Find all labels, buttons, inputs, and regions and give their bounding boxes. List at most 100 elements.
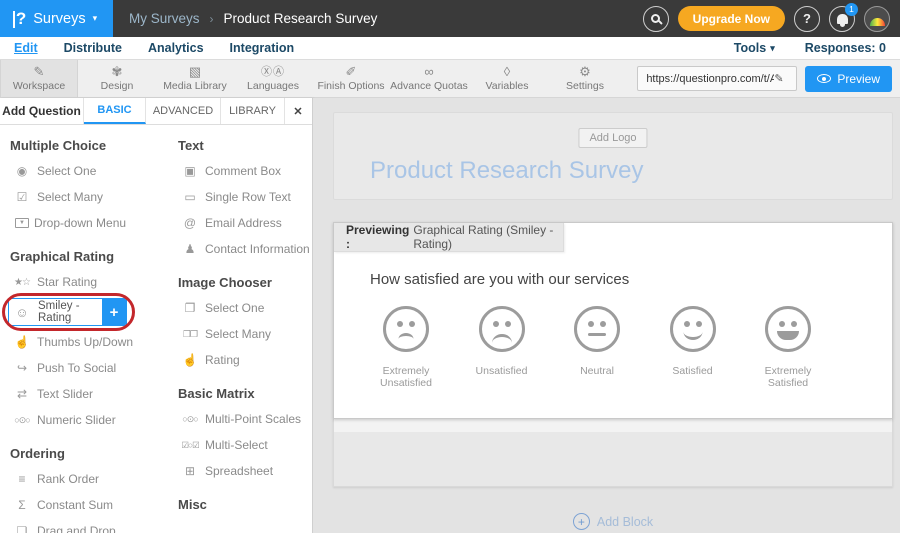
breadcrumb-separator: › — [210, 12, 214, 26]
topbar: ? Surveys ▾ My Surveys › Product Researc… — [0, 0, 900, 37]
sidebar-item-thumbs-up-down[interactable]: ☝ Thumbs Up/Down — [0, 329, 164, 355]
share-icon: ↪ — [12, 361, 32, 375]
tab-basic[interactable]: BASIC — [84, 98, 146, 124]
tab-advanced[interactable]: ADVANCED — [146, 98, 221, 124]
tab-distribute[interactable]: Distribute — [64, 41, 122, 55]
notifications-button[interactable]: 1 — [829, 6, 855, 32]
survey-url-field: ✎ — [637, 66, 797, 91]
drag-drop-icon: ❏ — [12, 524, 32, 533]
palette-icon: ✾ — [112, 65, 123, 79]
sidebar-item-star-rating[interactable]: ★☆ Star Rating — [0, 269, 164, 295]
sidebar-item-push-to-social[interactable]: ↪ Push To Social — [0, 355, 164, 381]
languages-icon: ⓍⒶ — [261, 65, 285, 79]
upgrade-now-button[interactable]: Upgrade Now — [678, 6, 785, 31]
breadcrumb-my-surveys[interactable]: My Surveys — [129, 11, 200, 26]
empty-block-placeholder — [333, 419, 893, 487]
search-icon — [651, 14, 660, 23]
tag-icon: ◊ — [504, 65, 510, 79]
very-sad-smiley-icon — [383, 306, 429, 352]
surveys-menu[interactable]: ? Surveys ▾ — [0, 0, 113, 37]
slider-icon: ⇄ — [12, 387, 32, 401]
tab-edit[interactable]: Edit — [14, 41, 38, 55]
tab-analytics[interactable]: Analytics — [148, 41, 204, 55]
spreadsheet-icon: ⊞ — [180, 464, 200, 478]
preview-button[interactable]: Preview — [805, 66, 892, 92]
add-question-panel: Add Question BASIC ADVANCED LIBRARY ✕ Mu… — [0, 98, 313, 533]
tools-menu[interactable]: Tools ▾ — [734, 41, 775, 55]
rating-icon: ☝ — [180, 353, 200, 367]
multi-point-scales-icon: ○⊙○ — [180, 414, 200, 425]
questionpro-logo-icon: ? — [16, 9, 26, 29]
sigma-icon: Σ — [12, 498, 32, 512]
responses-count: Responses: 0 — [805, 41, 886, 55]
option-neutral[interactable]: Neutral — [553, 306, 641, 389]
breadcrumb-current-survey: Product Research Survey — [224, 11, 378, 26]
user-avatar[interactable] — [864, 6, 890, 32]
toolbar-workspace-button[interactable]: ✎ Workspace — [0, 60, 78, 97]
select-one-icon: ◉ — [12, 164, 32, 178]
toolbar-variables-button[interactable]: ◊ Variables — [468, 60, 546, 97]
section-multiple-choice: Multiple Choice — [10, 138, 164, 153]
sidebar-item-constant-sum[interactable]: Σ Constant Sum — [0, 492, 164, 518]
tab-integration[interactable]: Integration — [230, 41, 295, 55]
sidebar-item-multi-point-scales[interactable]: ○⊙○ Multi-Point Scales — [175, 406, 312, 432]
sidebar-item-select-one[interactable]: ◉ Select One — [0, 158, 164, 184]
survey-url-input[interactable] — [646, 73, 774, 85]
sidebar-item-image-rating[interactable]: ☝ Rating — [175, 347, 312, 373]
toolbar-settings-button[interactable]: ⚙ Settings — [546, 60, 624, 97]
sidebar-item-select-many[interactable]: ☑ Select Many — [0, 184, 164, 210]
question-text: How satisfied are you with our services — [370, 271, 892, 288]
survey-header-block: Add Logo Product Research Survey — [333, 112, 893, 200]
sidebar-item-drag-and-drop[interactable]: ❏ Drag and Drop — [0, 518, 164, 533]
option-unsatisfied[interactable]: Unsatisfied — [458, 306, 546, 389]
section-text: Text — [178, 138, 312, 153]
sidebar-item-image-select-one[interactable]: ❐ Select One — [175, 295, 312, 321]
option-extremely-satisfied[interactable]: Extremely Satisfied — [744, 306, 832, 389]
question-preview-card: Previewing : Graphical Rating (Smiley - … — [333, 222, 893, 419]
neutral-smiley-icon — [574, 306, 620, 352]
nav-right: Tools ▾ Responses: 0 — [734, 41, 886, 55]
chevron-down-icon: ▾ — [93, 13, 98, 24]
happy-smiley-icon — [670, 306, 716, 352]
add-question-tabs: Add Question BASIC ADVANCED LIBRARY ✕ — [0, 98, 312, 125]
tab-library[interactable]: LIBRARY — [221, 98, 285, 124]
toolbar-media-library-button[interactable]: ▧ Media Library — [156, 60, 234, 97]
sidebar-item-text-slider[interactable]: ⇄ Text Slider — [0, 381, 164, 407]
toolbar-advance-quotas-button[interactable]: ∞ Advance Quotas — [390, 60, 468, 97]
sidebar-item-single-row-text[interactable]: ▭ Single Row Text — [175, 184, 312, 210]
comment-box-icon: ▣ — [180, 164, 200, 178]
option-extremely-unsatisfied[interactable]: Extremely Unsatisfied — [362, 306, 450, 389]
edit-url-pencil-icon[interactable]: ✎ — [774, 72, 783, 85]
workspace-icon: ✎ — [34, 65, 45, 79]
multi-select-icon: ☑○☑ — [180, 440, 200, 451]
sidebar-item-smiley-rating[interactable]: ☺ Smiley - Rating + — [8, 298, 127, 326]
add-smiley-question-button[interactable]: + — [102, 299, 126, 325]
sidebar-item-email-address[interactable]: @ Email Address — [175, 210, 312, 236]
toolbar-languages-button[interactable]: ⓍⒶ Languages — [234, 60, 312, 97]
sidebar-item-multi-select[interactable]: ☑○☑ Multi-Select — [175, 432, 312, 458]
search-button[interactable] — [643, 6, 669, 32]
select-many-icon: ☑ — [12, 190, 32, 204]
help-button[interactable]: ? — [794, 6, 820, 32]
toolbar-design-button[interactable]: ✾ Design — [78, 60, 156, 97]
section-image-chooser: Image Chooser — [178, 275, 312, 290]
survey-title[interactable]: Product Research Survey — [370, 157, 643, 185]
close-panel-button[interactable]: ✕ — [285, 98, 311, 124]
sidebar-item-numeric-slider[interactable]: ○⊙○ Numeric Slider — [0, 407, 164, 433]
sidebar-item-spreadsheet[interactable]: ⊞ Spreadsheet — [175, 458, 312, 484]
section-basic-matrix: Basic Matrix — [178, 386, 312, 401]
question-mark-icon: ? — [803, 11, 811, 26]
add-logo-button[interactable]: Add Logo — [578, 128, 647, 148]
sidebar-item-comment-box[interactable]: ▣ Comment Box — [175, 158, 312, 184]
toolbar-finish-options-button[interactable]: ✐ Finish Options — [312, 60, 390, 97]
sidebar-item-image-select-many[interactable]: ❐❐ Select Many — [175, 321, 312, 347]
sidebar-item-rank-order[interactable]: ≡ Rank Order — [0, 466, 164, 492]
add-question-header: Add Question — [0, 98, 84, 124]
product-menu-label: Surveys — [33, 11, 85, 27]
option-satisfied[interactable]: Satisfied — [649, 306, 737, 389]
add-block-button[interactable]: + Add Block — [333, 513, 893, 530]
sidebar-item-drop-down-menu[interactable]: ▼ Drop-down Menu — [0, 210, 164, 236]
topbar-actions: Upgrade Now ? 1 — [643, 6, 890, 32]
sidebar-item-contact-information[interactable]: ♟ Contact Information — [175, 236, 312, 262]
chain-links-icon: ∞ — [424, 65, 433, 79]
